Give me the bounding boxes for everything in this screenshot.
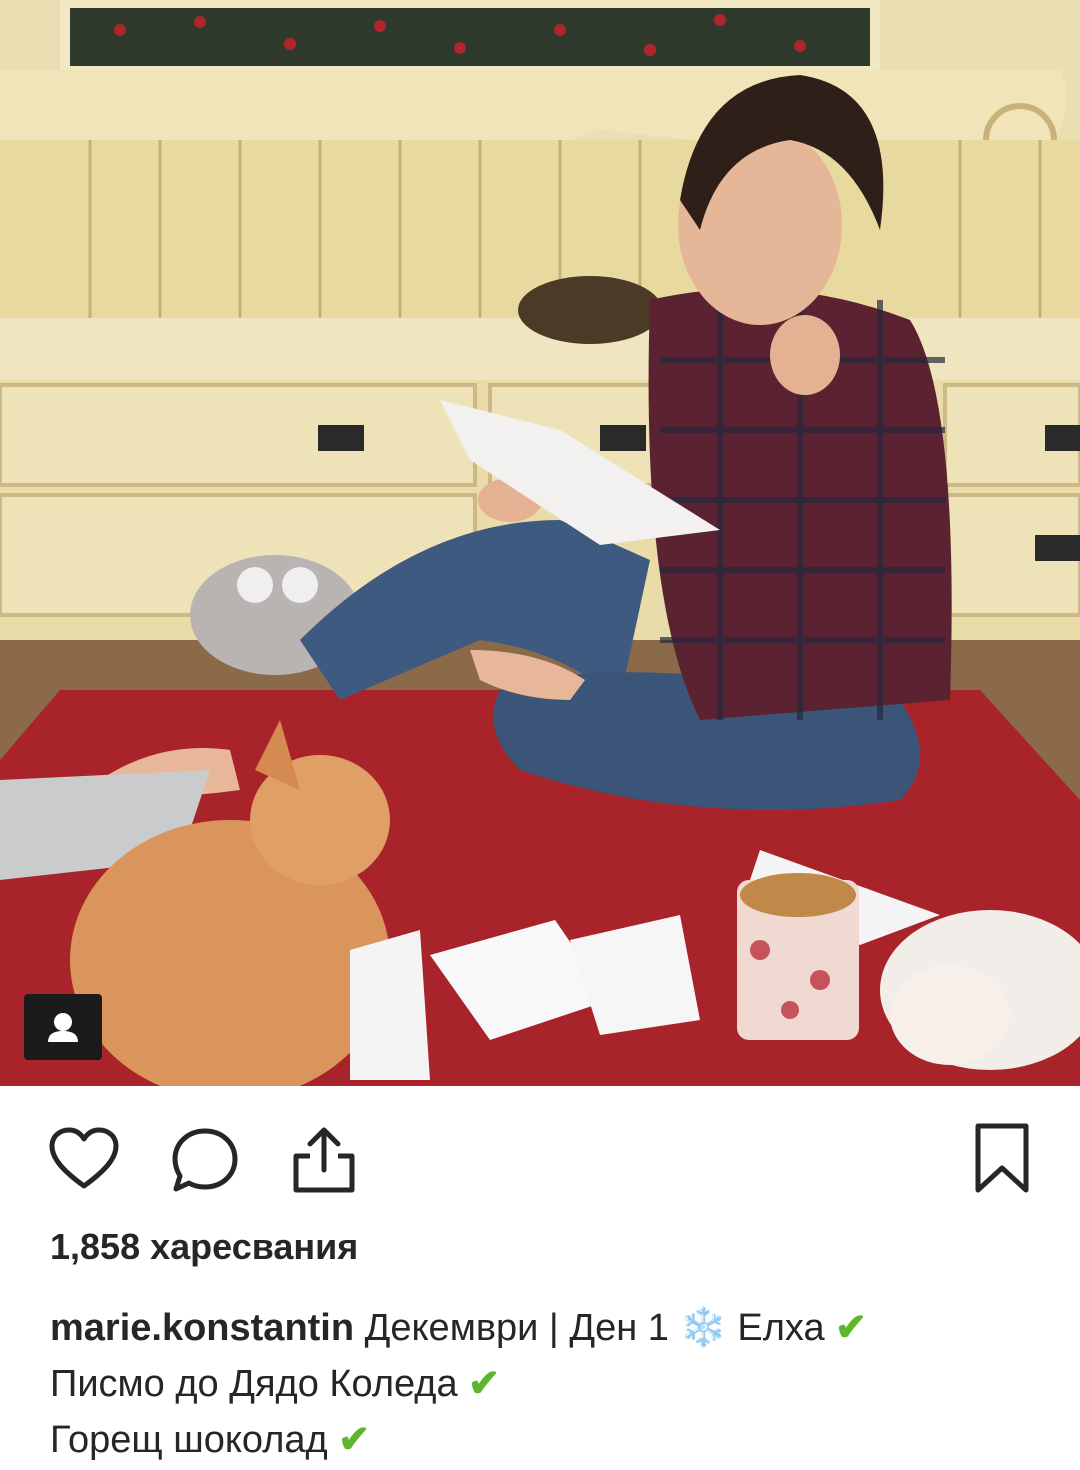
like-button[interactable] [48, 1126, 120, 1192]
post-photo[interactable] [0, 0, 1080, 1086]
likes-label: харесвания [150, 1226, 359, 1267]
caption-text-2: Писмо до Дядо Коледа [50, 1363, 458, 1405]
check-mark-icon: ✔ [468, 1363, 501, 1405]
check-mark-icon: ✔ [338, 1419, 371, 1461]
share-button[interactable] [290, 1122, 358, 1196]
comment-icon [172, 1128, 238, 1192]
caption-text-3: Горещ шоколад [50, 1419, 328, 1461]
share-icon [293, 1127, 355, 1193]
caption-line-3: Горещ шоколад ✔ [50, 1412, 1040, 1468]
caption-text-1b: Елха [737, 1307, 825, 1349]
post-action-bar [0, 1086, 1080, 1216]
save-button[interactable] [972, 1122, 1032, 1196]
caption-line-2: Писмо до Дядо Коледа ✔ [50, 1356, 1040, 1412]
caption-username[interactable]: marie.konstantin [50, 1307, 354, 1349]
user-tag-button[interactable] [24, 994, 102, 1060]
snowflake-icon: ❄️ [679, 1307, 727, 1349]
likes-count[interactable]: 1,858 харесвания [50, 1226, 358, 1268]
check-mark-icon: ✔ [835, 1307, 867, 1349]
comment-button[interactable] [170, 1126, 240, 1194]
bookmark-icon [975, 1123, 1029, 1193]
caption-line-1: marie.konstantin Декември | Ден 1 ❄️ Елх… [50, 1300, 1040, 1356]
person-tag-icon [48, 994, 78, 1042]
photo-illustration [0, 0, 1080, 1086]
caption-text-1: Декември | Ден 1 [364, 1307, 669, 1349]
post-caption: marie.konstantin Декември | Ден 1 ❄️ Елх… [50, 1300, 1040, 1468]
heart-icon [49, 1127, 119, 1189]
likes-number: 1,858 [50, 1226, 141, 1267]
